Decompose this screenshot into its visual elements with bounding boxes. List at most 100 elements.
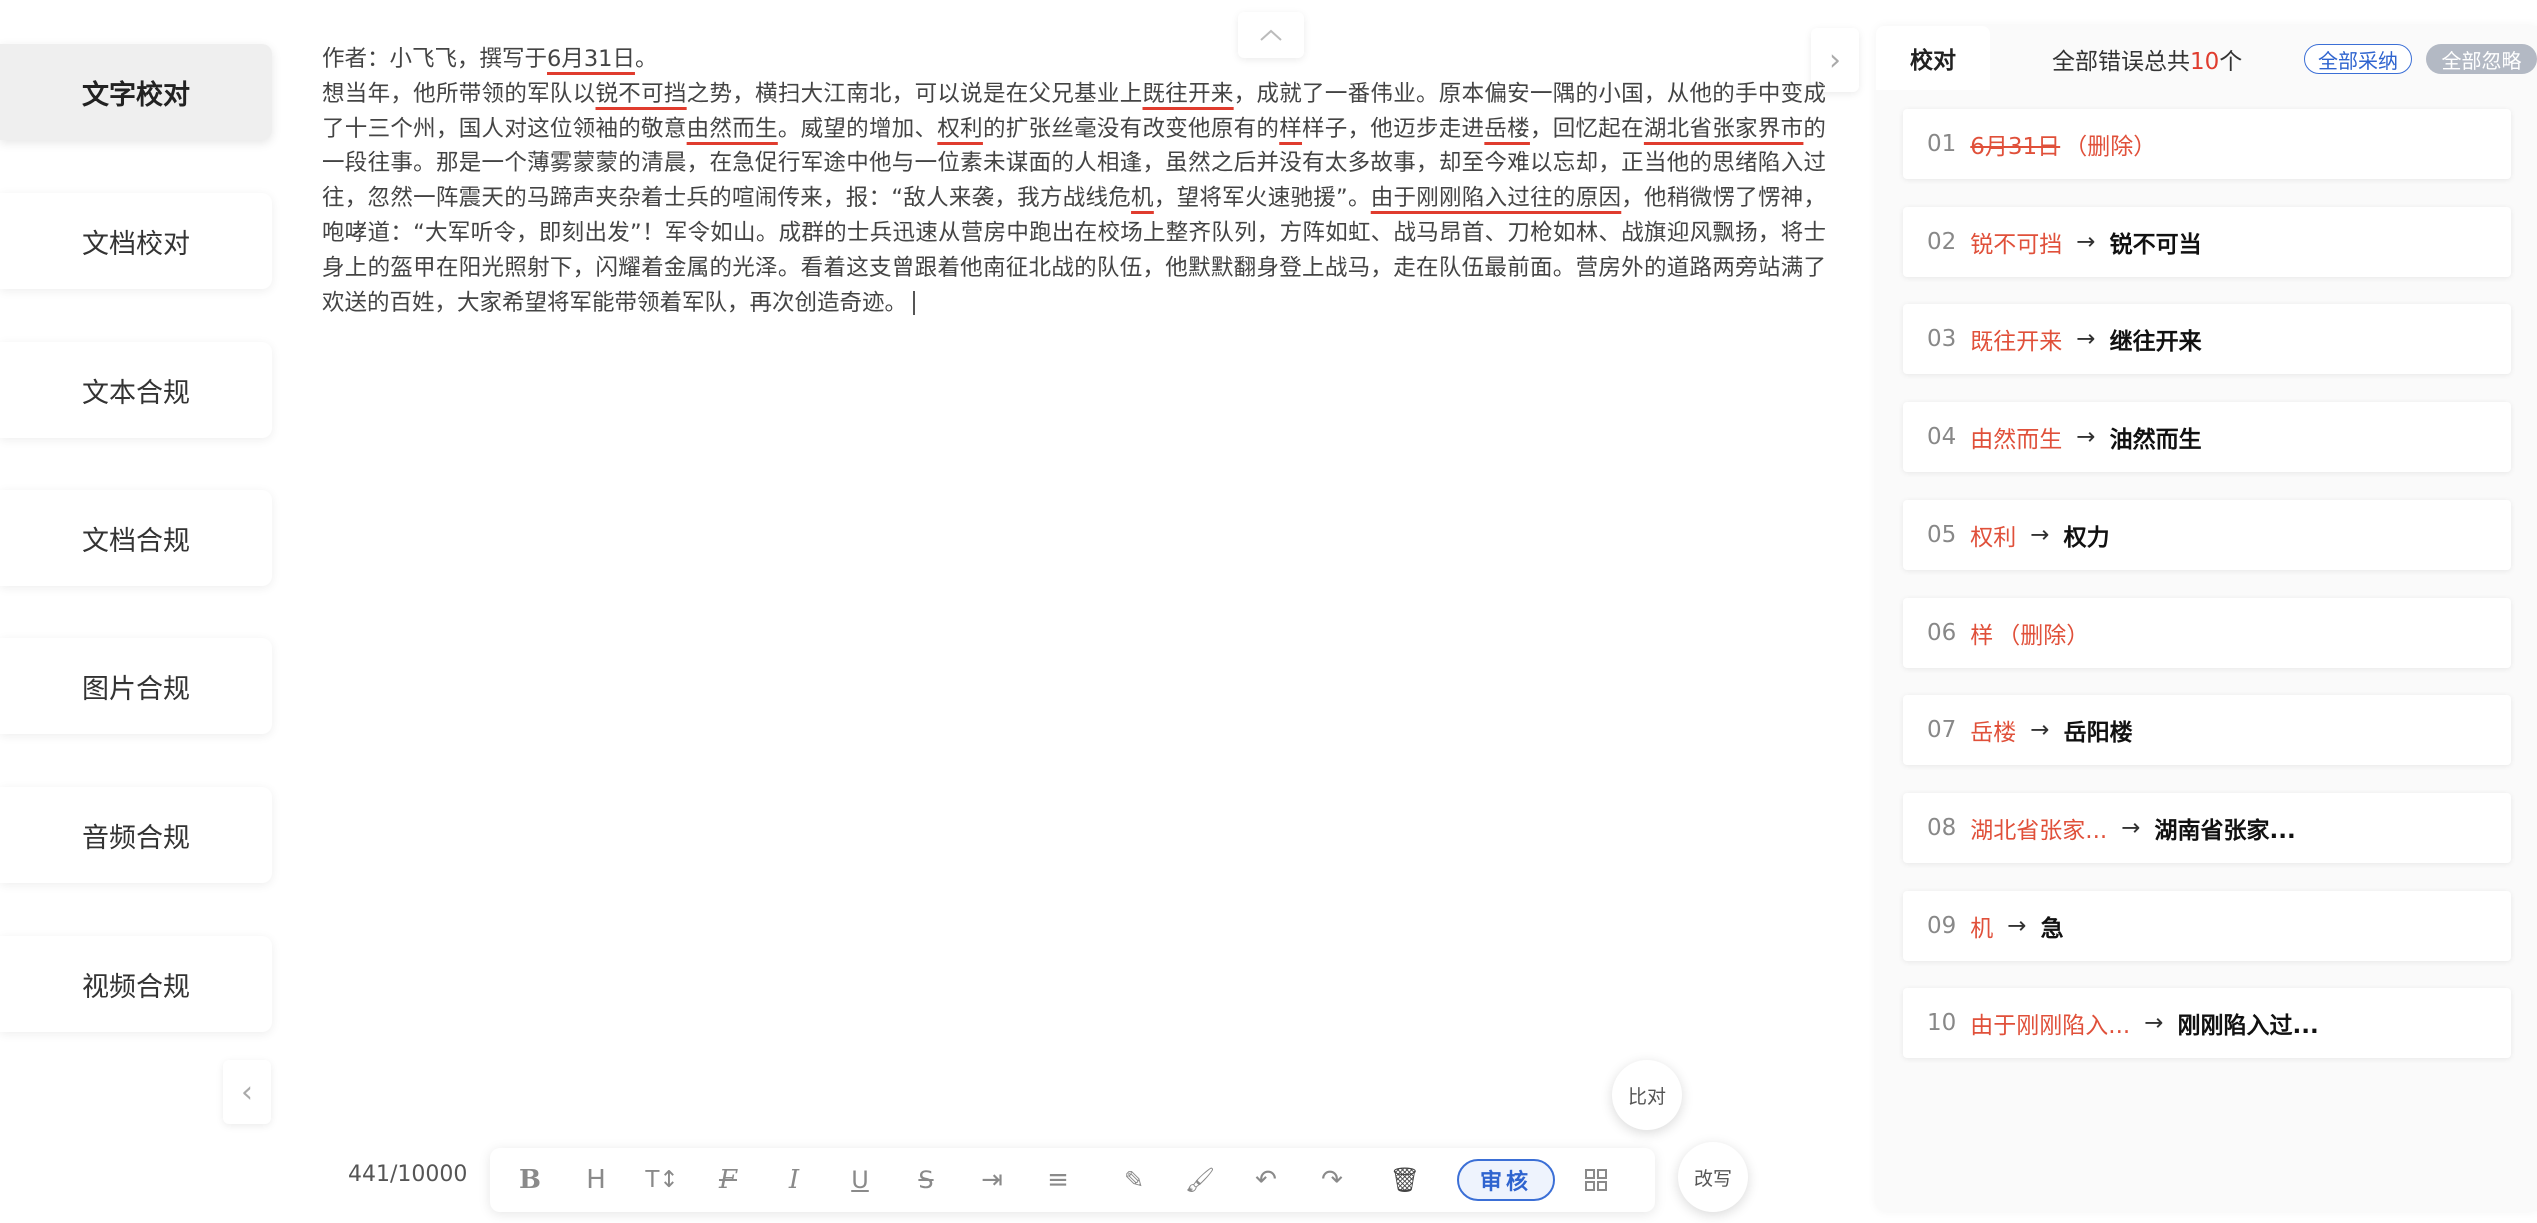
text-run: 想当年，他所带领的军队以 bbox=[322, 80, 596, 107]
heading-icon[interactable]: H bbox=[576, 1160, 616, 1200]
review-button[interactable]: 审核 bbox=[1457, 1159, 1555, 1201]
error-highlight[interactable]: 样 bbox=[1279, 116, 1302, 142]
correction-index: 09 bbox=[1927, 912, 1957, 939]
format-brush-icon[interactable]: 🖌 bbox=[1180, 1160, 1220, 1200]
text-run: 样子，他迈步走进 bbox=[1302, 115, 1485, 142]
correction-index: 08 bbox=[1927, 814, 1957, 841]
correction-card[interactable]: 03 既往开来 → 继往开来 bbox=[1903, 304, 2511, 375]
error-highlight[interactable]: 湖北省张家界市 bbox=[1644, 116, 1804, 142]
text-run: 。威望的增加、 bbox=[777, 115, 938, 142]
delete-icon[interactable]: 🗑 bbox=[1385, 1160, 1425, 1200]
text-run: 的扩张丝毫没有改变他原有的 bbox=[982, 115, 1280, 142]
format-toolbar: 审核 B H T↕ F I U S ⇥ ≡ ✎ 🖌 ↶ ↷ 🗑 bbox=[490, 1148, 1655, 1212]
nav-item-4[interactable]: 文档合规 bbox=[0, 490, 272, 586]
suggested-text: 继往开来 bbox=[2109, 329, 2202, 356]
compare-button[interactable]: 比对 bbox=[1612, 1060, 1682, 1130]
correction-card[interactable]: 01 6月31日 （删除） bbox=[1903, 109, 2511, 179]
text-run: ，回忆起在 bbox=[1529, 115, 1644, 142]
word-count: 441/10000 bbox=[348, 1162, 468, 1187]
ignore-all-button[interactable]: 全部忽略 bbox=[2426, 44, 2537, 74]
original-text: 6月31日 bbox=[1970, 134, 2061, 160]
redo-icon[interactable]: ↷ bbox=[1312, 1160, 1352, 1200]
suggested-text: 岳阳楼 bbox=[2063, 720, 2133, 747]
arrow-right-icon: → bbox=[2007, 912, 2027, 939]
error-total: 全部错误总共10个 bbox=[2052, 42, 2242, 76]
delete-note: （删除） bbox=[2064, 134, 2157, 160]
original-text: 由于刚刚陷入... bbox=[1970, 1013, 2131, 1040]
nav-item-6[interactable]: 音频合规 bbox=[0, 787, 272, 883]
text-caret bbox=[913, 291, 916, 316]
text-run: ，望将军火速驰援”。 bbox=[1153, 185, 1371, 212]
error-total-count: 10 bbox=[2190, 49, 2220, 75]
correction-index: 07 bbox=[1927, 717, 1957, 744]
correction-card[interactable]: 10 由于刚刚陷入... → 刚刚陷入过... bbox=[1903, 988, 2511, 1059]
suggested-text: 急 bbox=[2040, 915, 2064, 942]
correction-card[interactable]: 09 机 → 急 bbox=[1903, 890, 2511, 961]
error-highlight[interactable]: 6月31日 bbox=[547, 46, 635, 72]
nav-item-1[interactable]: 文字校对 bbox=[0, 44, 272, 140]
align-icon[interactable]: ≡ bbox=[1038, 1160, 1078, 1200]
correction-card[interactable]: 06 样（删除） bbox=[1903, 597, 2511, 668]
clear-format-icon[interactable]: F bbox=[708, 1160, 748, 1200]
error-highlight[interactable]: 机 bbox=[1131, 185, 1154, 211]
delete-note: （删除） bbox=[1997, 622, 2090, 649]
original-text: 既往开来 bbox=[1970, 329, 2063, 356]
correction-index: 05 bbox=[1927, 521, 1957, 548]
chevron-up-icon bbox=[1260, 29, 1282, 41]
arrow-right-icon: → bbox=[2030, 521, 2050, 548]
correction-index: 10 bbox=[1927, 1010, 1957, 1037]
nav-item-5[interactable]: 图片合规 bbox=[0, 638, 272, 734]
arrow-right-icon: → bbox=[2076, 228, 2096, 255]
suggested-text: 刚刚陷入过... bbox=[2177, 1013, 2319, 1040]
strikethrough-icon[interactable]: S bbox=[906, 1160, 946, 1200]
collapse-left-button[interactable]: ‹ bbox=[223, 1060, 271, 1124]
correction-index: 01 bbox=[1927, 131, 1957, 157]
suggested-text: 湖南省张家... bbox=[2154, 817, 2296, 844]
accept-all-button[interactable]: 全部采纳 bbox=[2304, 44, 2412, 74]
error-highlight[interactable]: 由于刚刚陷入过往的原因 bbox=[1371, 185, 1622, 211]
bold-icon[interactable]: B bbox=[510, 1160, 550, 1200]
indent-icon[interactable]: ⇥ bbox=[972, 1160, 1012, 1200]
error-total-suffix: 个 bbox=[2219, 49, 2243, 75]
rewrite-button[interactable]: 改写 bbox=[1678, 1142, 1748, 1212]
arrow-right-icon: → bbox=[2076, 326, 2096, 353]
correction-index: 02 bbox=[1927, 228, 1957, 255]
correction-index: 03 bbox=[1927, 326, 1957, 353]
grid-icon[interactable] bbox=[1576, 1160, 1616, 1200]
error-highlight[interactable]: 由然而生 bbox=[687, 116, 778, 142]
error-highlight[interactable]: 岳楼 bbox=[1484, 116, 1530, 142]
correction-index: 04 bbox=[1927, 424, 1957, 451]
correction-index: 06 bbox=[1927, 619, 1957, 646]
underline-icon[interactable]: U bbox=[840, 1160, 880, 1200]
nav-item-3[interactable]: 文本合规 bbox=[0, 342, 272, 438]
arrow-right-icon: → bbox=[2121, 814, 2141, 841]
correction-card[interactable]: 05 权利 → 权力 bbox=[1903, 499, 2511, 570]
italic-icon[interactable]: I bbox=[774, 1160, 814, 1200]
original-text: 机 bbox=[1970, 915, 1994, 942]
text-editor[interactable]: 作者：小飞飞，撰写于6月31日。 想当年，他所带领的军队以锐不可挡之势，横扫大江南… bbox=[322, 42, 1826, 320]
font-size-icon[interactable]: T↕ bbox=[642, 1160, 682, 1200]
correction-card[interactable]: 07 岳楼 → 岳阳楼 bbox=[1903, 695, 2511, 766]
arrow-right-icon: → bbox=[2144, 1010, 2164, 1037]
chevron-right-icon: › bbox=[1829, 42, 1841, 78]
highlight-pen-icon[interactable]: ✎ bbox=[1114, 1160, 1154, 1200]
arrow-right-icon: → bbox=[2030, 717, 2050, 744]
error-highlight[interactable]: 权利 bbox=[937, 116, 983, 142]
text-run: 。 bbox=[634, 46, 658, 72]
error-highlight[interactable]: 锐不可挡 bbox=[596, 81, 687, 107]
correction-card[interactable]: 04 由然而生 → 油然而生 bbox=[1903, 402, 2511, 473]
error-highlight[interactable]: 既往开来 bbox=[1143, 81, 1234, 107]
nav-item-2[interactable]: 文档校对 bbox=[0, 193, 272, 289]
undo-icon[interactable]: ↶ bbox=[1246, 1160, 1286, 1200]
nav-item-7[interactable]: 视频合规 bbox=[0, 936, 272, 1032]
tab-proofread[interactable]: 校对 bbox=[1876, 26, 1990, 90]
suggested-text: 权力 bbox=[2063, 524, 2110, 551]
arrow-right-icon: → bbox=[2076, 424, 2096, 451]
correction-card[interactable]: 02 锐不可挡 → 锐不可当 bbox=[1903, 206, 2511, 277]
original-text: 权利 bbox=[1970, 524, 2017, 551]
chevron-left-icon: ‹ bbox=[241, 1074, 253, 1110]
suggested-text: 锐不可当 bbox=[2109, 231, 2202, 258]
original-text: 锐不可挡 bbox=[1970, 231, 2063, 258]
error-total-prefix: 全部错误总共 bbox=[2052, 49, 2190, 75]
correction-card[interactable]: 08 湖北省张家... → 湖南省张家... bbox=[1903, 792, 2511, 863]
